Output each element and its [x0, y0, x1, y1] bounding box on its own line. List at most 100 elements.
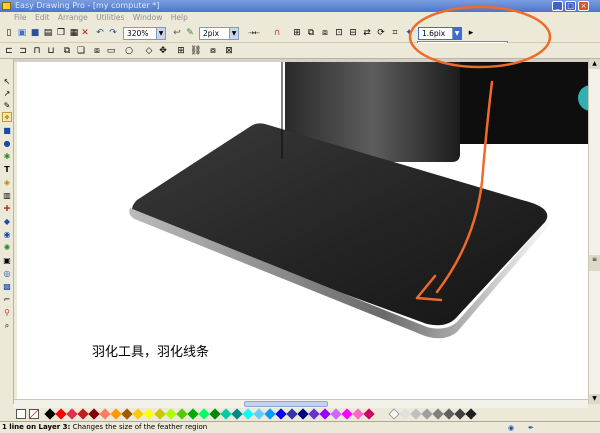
line-width-combo[interactable]: 2pix ▼ [199, 27, 239, 40]
swatch[interactable] [352, 408, 364, 420]
transparency-tool-icon[interactable]: ▣ [2, 256, 12, 266]
swatch[interactable] [432, 408, 444, 420]
bring-front-icon[interactable]: ⊡ [334, 28, 344, 38]
swatch[interactable] [176, 408, 188, 420]
magnet-icon[interactable]: ∩ [272, 28, 282, 38]
align-center-icon[interactable]: ⊐ [18, 46, 28, 56]
no-color-swatch[interactable] [29, 409, 39, 419]
image-tool-icon[interactable]: ▩ [2, 282, 12, 292]
close-button[interactable]: × [578, 1, 589, 11]
swatch[interactable] [231, 408, 243, 420]
swatch[interactable] [421, 408, 433, 420]
print-icon[interactable]: ▤ [43, 28, 53, 38]
menu-arrange[interactable]: Arrange [58, 13, 88, 22]
chevron-down-icon[interactable]: ▼ [156, 28, 165, 39]
swatch[interactable] [330, 408, 342, 420]
swatch[interactable] [132, 408, 144, 420]
mask-icon[interactable]: ⊠ [224, 46, 234, 56]
zoom-tool-icon[interactable]: ⌕ [2, 321, 12, 331]
ungroup-icon[interactable]: ⧈ [320, 28, 330, 38]
swatch[interactable] [187, 408, 199, 420]
bucket-tool-icon[interactable]: ◆ [2, 217, 12, 227]
contour-tool-icon[interactable]: ◎ [2, 269, 12, 279]
node-edit-icon[interactable]: ↗ [2, 89, 12, 99]
swatch[interactable] [99, 408, 111, 420]
swatch[interactable] [198, 408, 210, 420]
swatch[interactable] [66, 408, 78, 420]
align-right-icon[interactable]: ⊓ [32, 46, 42, 56]
chevron-down-icon[interactable]: ▼ [229, 28, 238, 39]
gradient-tool-icon[interactable]: ▥ [2, 191, 12, 201]
clip-icon[interactable]: ⧇ [208, 46, 218, 56]
link-icon[interactable]: ⛓ [190, 46, 201, 56]
shadow-tool-icon[interactable]: ✺ [2, 243, 12, 253]
swatch[interactable] [319, 408, 331, 420]
swatch[interactable] [242, 408, 254, 420]
swatch[interactable] [165, 408, 177, 420]
maximize-button[interactable]: □ [565, 1, 576, 11]
menu-file[interactable]: File [14, 13, 27, 22]
hand-icon[interactable]: ✥ [158, 46, 168, 56]
layer-icon[interactable]: ⧈ [92, 46, 102, 56]
align-icon[interactable]: ⊞ [292, 28, 302, 38]
swatch[interactable] [454, 408, 466, 420]
fill-tool-icon[interactable]: ◈ [2, 178, 12, 188]
swatch[interactable] [209, 408, 221, 420]
delete-icon[interactable]: ✕ [80, 28, 90, 38]
menu-edit[interactable]: Edit [35, 13, 50, 22]
swatch[interactable] [154, 408, 166, 420]
horizontal-scrollbar[interactable] [14, 399, 588, 408]
crop-icon[interactable]: ⌗ [390, 28, 400, 38]
scroll-down-icon[interactable]: ▼ [589, 394, 600, 404]
freehand-icon[interactable]: ✎ [2, 101, 12, 111]
swatch[interactable] [220, 408, 232, 420]
undo-icon[interactable]: ↶ [95, 28, 105, 38]
align-top-icon[interactable]: ⊔ [46, 46, 56, 56]
scroll-thumb-vertical[interactable]: ≡ [589, 255, 600, 271]
rotate-icon[interactable]: ⟳ [376, 28, 386, 38]
swatch[interactable] [121, 408, 133, 420]
align-left-icon[interactable]: ⊏ [4, 46, 14, 56]
swatch[interactable] [110, 408, 122, 420]
paste-icon[interactable]: ▦ [69, 28, 79, 38]
text-tool-icon[interactable]: T [2, 165, 12, 175]
swatch[interactable] [410, 408, 422, 420]
swatch[interactable] [399, 408, 411, 420]
eyedropper-tool-icon[interactable]: ⚲ [2, 308, 12, 318]
swatch[interactable] [297, 408, 309, 420]
swatch[interactable] [465, 408, 477, 420]
crop-tool-icon[interactable]: ⌐ [2, 295, 12, 305]
save-icon[interactable]: ■ [30, 28, 40, 38]
scroll-up-icon[interactable]: ▲ [589, 59, 600, 69]
no-fill-swatch[interactable] [16, 409, 26, 419]
swatch[interactable] [363, 408, 375, 420]
star-tool-icon[interactable]: ✱ [2, 152, 12, 162]
swatch[interactable] [44, 408, 56, 420]
drawing-canvas[interactable]: 羽化工具，羽化线条 [17, 62, 588, 399]
group-icon[interactable]: ⧉ [306, 28, 316, 38]
swatch[interactable] [143, 408, 155, 420]
grid-icon[interactable]: ⊞ [176, 46, 186, 56]
swatch[interactable] [286, 408, 298, 420]
swatch[interactable] [264, 408, 276, 420]
scroll-thumb-horizontal[interactable] [244, 401, 328, 407]
distribute-icon[interactable]: ⧉ [62, 46, 72, 56]
ellipse-tool-icon[interactable]: ● [2, 139, 12, 149]
shape-icon[interactable]: ▭ [106, 46, 116, 56]
paint-tool-icon[interactable]: ✚ [2, 204, 12, 214]
menu-utilities[interactable]: Utilities [96, 13, 124, 22]
swatch[interactable] [275, 408, 287, 420]
swatch[interactable] [88, 408, 100, 420]
swatch[interactable] [443, 408, 455, 420]
swatch[interactable] [388, 408, 400, 420]
menu-help[interactable]: Help [171, 13, 188, 22]
send-back-icon[interactable]: ⊟ [348, 28, 358, 38]
swatch[interactable] [253, 408, 265, 420]
swatch[interactable] [308, 408, 320, 420]
redo-icon[interactable]: ↷ [108, 28, 118, 38]
diamond-icon[interactable]: ◇ [144, 46, 154, 56]
line-style-icon[interactable]: ↩ [172, 28, 182, 38]
select-arrow-icon[interactable]: ↖ [2, 77, 12, 87]
zoom-combo[interactable]: 320% ▼ [123, 27, 166, 40]
blend-tool-icon[interactable]: ◉ [2, 230, 12, 240]
